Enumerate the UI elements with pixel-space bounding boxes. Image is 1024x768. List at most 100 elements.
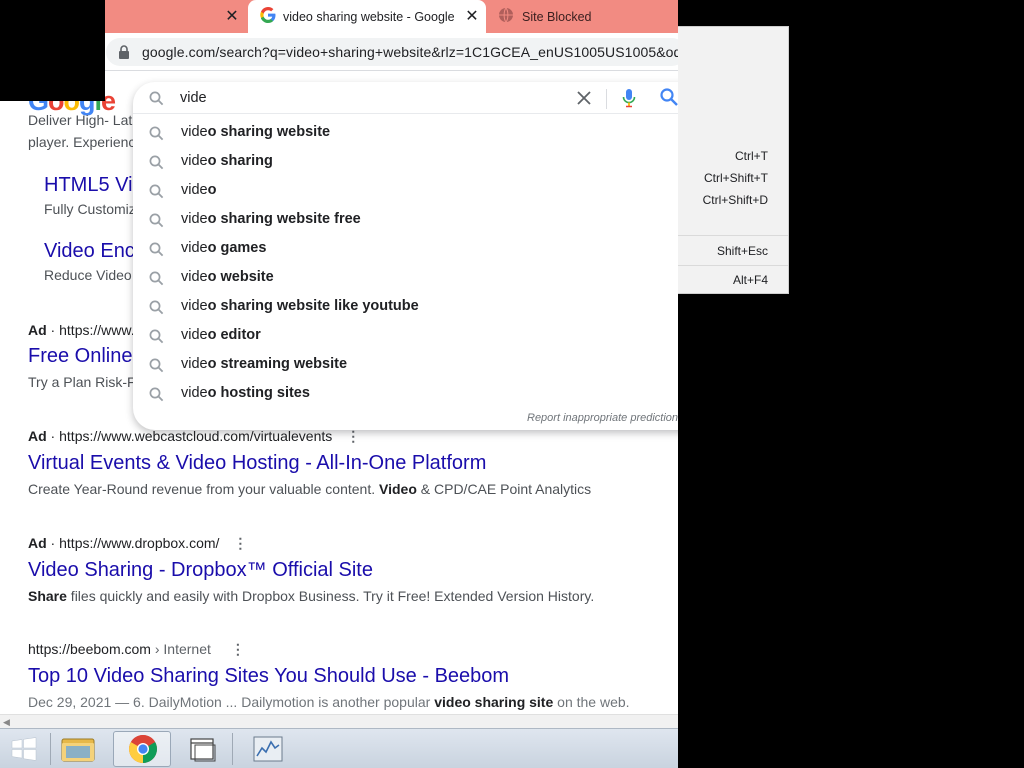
- chrome-icon: [129, 735, 157, 763]
- result-title[interactable]: Free Online: [28, 345, 136, 368]
- scroll-left-arrow-icon[interactable]: ◀: [3, 717, 10, 728]
- clear-search-icon[interactable]: [574, 88, 594, 108]
- result-meta: Ad · https://www.dropbox.com/⋮: [28, 535, 248, 552]
- more-vert-icon[interactable]: ⋮: [233, 535, 247, 552]
- search-icon: [149, 271, 164, 291]
- search-input[interactable]: [180, 88, 560, 108]
- sitelink: Video Enc Reduce Video: [44, 240, 135, 283]
- sitelink-title[interactable]: HTML5 Vi: [44, 174, 136, 197]
- globe-icon: [498, 7, 514, 26]
- suggestion-item[interactable]: video games: [133, 234, 678, 263]
- sitelink-description: Reduce Video: [44, 267, 132, 283]
- suggestion-text: video editor: [181, 327, 261, 343]
- search-icon: [149, 184, 164, 204]
- suggestion-item[interactable]: video streaming website: [133, 350, 678, 379]
- menu-shortcut-task-manager[interactable]: Shift+Esc: [717, 244, 768, 258]
- result-title[interactable]: Top 10 Video Sharing Sites You Should Us…: [28, 665, 630, 688]
- browser-menu: Ctrl+T Ctrl+Shift+T Ctrl+Shift+D Shift+E…: [678, 26, 789, 294]
- sitelink-title[interactable]: Video Enc: [44, 240, 135, 263]
- screen: d ✕ video sharing website - Google S ✕: [0, 0, 1024, 768]
- search-result: Ad · https://www.dropbox.com/⋮ Video Sha…: [28, 535, 594, 604]
- suggestion-item[interactable]: video website: [133, 263, 678, 292]
- suggestion-item[interactable]: video sharing website like youtube: [133, 292, 678, 321]
- microphone-icon[interactable]: [621, 87, 637, 114]
- divider: [606, 89, 607, 109]
- suggestion-item[interactable]: video: [133, 176, 678, 205]
- suggestion-item[interactable]: video editor: [133, 321, 678, 350]
- result-breadcrumb: › Internet: [150, 641, 211, 657]
- suggestion-text: video games: [181, 240, 267, 256]
- performance-monitor-icon: [253, 736, 283, 762]
- sitelink-description: Fully Customiz: [44, 201, 136, 217]
- google-favicon-icon: [260, 7, 276, 26]
- result-url[interactable]: https://www.dropbox.com/: [59, 535, 219, 551]
- suggestion-item[interactable]: video sharing website: [133, 118, 678, 147]
- browser-window: d ✕ video sharing website - Google S ✕: [0, 0, 678, 728]
- menu-shortcut-bookmark-all[interactable]: Ctrl+Shift+D: [703, 193, 768, 207]
- suggestion-text: video website: [181, 269, 274, 285]
- tab-site-blocked[interactable]: Site Blocked: [488, 0, 678, 33]
- tab-title: Site Blocked: [522, 9, 592, 24]
- partial-result: Deliver High- Lat... player. Experienc: [28, 112, 144, 150]
- menu-shortcut-new-tab[interactable]: Ctrl+T: [735, 149, 768, 163]
- more-vert-icon[interactable]: ⋮: [346, 428, 360, 445]
- black-overlay: [0, 0, 105, 101]
- result-meta: Ad · https://www.webcastcloud.com/virtua…: [28, 428, 361, 445]
- horizontal-scrollbar[interactable]: ◀: [0, 714, 678, 728]
- search-icon: [149, 358, 164, 378]
- search-result: https://beebom.com › Internet ⋮ Top 10 Vi…: [28, 641, 630, 710]
- search-icon: [149, 126, 164, 146]
- search-result: Ad · https://www.webcastcloud.com/virtua…: [28, 428, 591, 497]
- menu-shortcut-exit[interactable]: Alt+F4: [733, 273, 768, 287]
- task-manager-taskbar-button[interactable]: [240, 731, 296, 767]
- search-icon: [149, 155, 164, 175]
- result-title[interactable]: Virtual Events & Video Hosting - All-In-…: [28, 452, 591, 475]
- suggestion-text: video sharing website free: [181, 211, 361, 227]
- search-results-page: Google Deliver High- Lat... player. Expe…: [0, 72, 678, 714]
- search-suggestions-dropdown: video sharing website video sharing vide…: [133, 82, 678, 430]
- sitelink: HTML5 Vi Fully Customiz: [44, 174, 136, 217]
- report-predictions-link[interactable]: Report inappropriate predictions: [527, 412, 678, 424]
- result-meta: Ad · https://www.: [28, 322, 135, 338]
- result-description: Share files quickly and easily with Drop…: [28, 588, 595, 604]
- search-icon: [149, 242, 164, 262]
- search-submit-icon[interactable]: [659, 87, 678, 112]
- suggestion-text: video sharing website like youtube: [181, 298, 419, 314]
- start-button[interactable]: [6, 731, 42, 767]
- result-description: player. Experienc: [28, 134, 136, 150]
- tab-title: video sharing website - Google S: [283, 9, 455, 24]
- result-description: Try a Plan Risk-F: [28, 374, 136, 390]
- result-url[interactable]: https://www.: [59, 322, 134, 338]
- search-icon: [149, 387, 164, 407]
- result-meta: https://beebom.com › Internet ⋮: [28, 641, 630, 658]
- result-url[interactable]: https://www.webcastcloud.com/virtualeven…: [59, 428, 332, 444]
- result-url[interactable]: https://beebom.com: [28, 641, 151, 657]
- result-title[interactable]: Video Sharing - Dropbox™ Official Site: [28, 559, 594, 582]
- documents-taskbar-button[interactable]: [180, 731, 224, 767]
- suggestion-text: video hosting sites: [181, 385, 310, 401]
- result-description: Deliver High- Lat...: [28, 112, 144, 128]
- tab-close-button[interactable]: ✕: [224, 8, 240, 25]
- menu-shortcut-reopen-tab[interactable]: Ctrl+Shift+T: [704, 171, 768, 185]
- suggestion-text: video sharing: [181, 153, 273, 169]
- address-bar[interactable]: google.com/search?q=video+sharing+websit…: [106, 38, 678, 66]
- search-icon: [149, 91, 164, 111]
- more-vert-icon[interactable]: ⋮: [231, 641, 245, 658]
- taskbar-separator: [50, 733, 51, 765]
- suggestion-item[interactable]: video sharing website free: [133, 205, 678, 234]
- tab-active[interactable]: video sharing website - Google S ✕: [248, 0, 486, 33]
- lock-icon[interactable]: [118, 45, 130, 64]
- file-explorer-taskbar-button[interactable]: [56, 731, 100, 767]
- menu-separator: [678, 265, 788, 266]
- suggestion-item[interactable]: video sharing: [133, 147, 678, 176]
- ad-label: Ad: [28, 535, 47, 551]
- ad-label: Ad: [28, 428, 47, 444]
- result-description: Dec 29, 2021 — 6. DailyMotion ... Dailym…: [28, 694, 630, 710]
- suggestion-text: video: [181, 182, 217, 198]
- suggestion-item[interactable]: video hosting sites: [133, 379, 678, 408]
- url-text[interactable]: google.com/search?q=video+sharing+websit…: [142, 44, 678, 60]
- tab-close-button[interactable]: ✕: [464, 8, 480, 25]
- chrome-taskbar-button[interactable]: [113, 731, 171, 767]
- search-icon: [149, 300, 164, 320]
- search-icon: [149, 213, 164, 233]
